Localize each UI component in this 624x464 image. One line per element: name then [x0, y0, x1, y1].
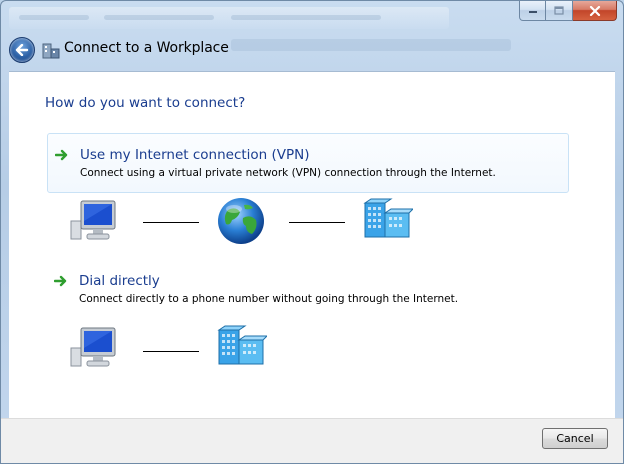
content-panel: How do you want to connect? Use my Inter… — [9, 71, 615, 418]
window-title: Connect to a Workplace — [64, 40, 229, 56]
option-dial-title: Dial directly — [79, 273, 160, 289]
connector-line — [289, 222, 345, 223]
option-vpn-description: Connect using a virtual private network … — [80, 167, 496, 179]
globe-icon — [218, 198, 264, 244]
workplace-icon — [42, 43, 60, 59]
address-bar-ghost — [9, 7, 449, 29]
back-button[interactable] — [9, 37, 35, 63]
minimize-icon — [528, 10, 537, 13]
maximize-button[interactable] — [546, 1, 573, 21]
server-icon — [363, 198, 413, 238]
header-ghost — [231, 39, 511, 51]
green-arrow-icon — [55, 149, 68, 161]
page-question: How do you want to connect? — [45, 95, 246, 111]
server-icon — [217, 325, 267, 365]
connector-line — [143, 222, 199, 223]
footer — [1, 418, 623, 463]
cancel-button[interactable]: Cancel — [542, 428, 608, 449]
back-arrow-icon — [15, 44, 29, 56]
minimize-button[interactable] — [519, 1, 546, 21]
caption-buttons — [519, 1, 617, 21]
close-button[interactable] — [573, 1, 617, 21]
option-dial-description: Connect directly to a phone number witho… — [79, 293, 459, 305]
computer-icon — [70, 327, 116, 367]
green-arrow-icon — [54, 275, 67, 287]
option-vpn[interactable]: Use my Internet connection (VPN) Connect… — [47, 133, 569, 193]
wizard-window: Connect to a Workplace How do you want t… — [0, 0, 624, 464]
connector-line — [143, 351, 199, 352]
computer-icon — [70, 200, 116, 240]
close-icon — [589, 5, 600, 16]
maximize-icon — [554, 6, 564, 15]
option-dial[interactable]: Dial directly Connect directly to a phon… — [47, 260, 569, 320]
option-vpn-title: Use my Internet connection (VPN) — [80, 147, 310, 163]
